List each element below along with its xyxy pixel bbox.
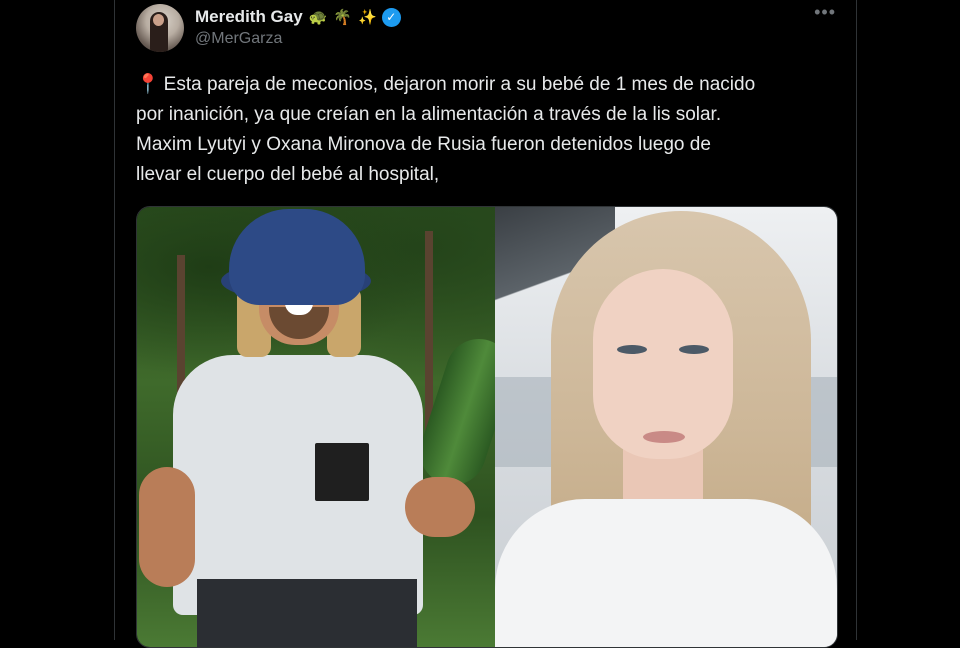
tweet-text-line-4: llevar el cuerpo del bebé al hospital, bbox=[136, 164, 440, 185]
photo-woman-eye-right bbox=[679, 345, 709, 354]
avatar[interactable] bbox=[136, 4, 184, 52]
photo-woman-eye-left bbox=[617, 345, 647, 354]
author-name-row: Meredith Gay 🐢 🌴 ✨ ✓ bbox=[195, 6, 401, 28]
photo-arm-left bbox=[139, 467, 195, 587]
tweet-text-line-2: por inanición, ya que creían en la alime… bbox=[136, 104, 722, 125]
photo-shorts bbox=[197, 579, 417, 647]
tweet-text-line-1: 📍 Esta pareja de meconios, dejaron morir … bbox=[136, 70, 846, 100]
sparkles-emoji: ✨ bbox=[358, 8, 377, 26]
tweet-text-line-3: Maxim Lyutyi y Oxana Mironova de Rusia f… bbox=[136, 134, 711, 155]
tweet-text: 📍 Esta pareja de meconios, dejaron morir … bbox=[136, 70, 846, 190]
tweet[interactable]: Meredith Gay 🐢 🌴 ✨ ✓ @MerGarza ••• 📍 Esta… bbox=[115, 0, 856, 648]
timeline-right-border bbox=[856, 0, 857, 640]
verified-badge-icon[interactable]: ✓ bbox=[381, 7, 401, 27]
photo-bucket-hat bbox=[229, 209, 365, 305]
media-photo-man[interactable] bbox=[137, 207, 495, 647]
media-photo-woman[interactable] bbox=[495, 207, 837, 647]
tweet-text-line-1-content: Esta pareja de meconios, dejaron morir a… bbox=[163, 74, 756, 95]
more-options-icon[interactable]: ••• bbox=[814, 2, 836, 23]
photo-shirt bbox=[173, 355, 423, 615]
photo-shirt-pocket bbox=[315, 443, 369, 501]
turtle-emoji: 🐢 bbox=[308, 8, 328, 26]
photo-woman-lips bbox=[643, 431, 685, 443]
author-display-name[interactable]: Meredith Gay bbox=[195, 7, 303, 27]
photo-woman-jacket bbox=[495, 499, 837, 647]
avatar-face bbox=[153, 14, 164, 26]
palm-tree-emoji: 🌴 bbox=[333, 8, 353, 26]
author-handle[interactable]: @MerGarza bbox=[195, 30, 282, 48]
tweet-media-grid bbox=[136, 206, 838, 648]
round-pushpin-emoji: 📍 bbox=[136, 74, 160, 95]
photo-arm-right bbox=[405, 477, 475, 537]
